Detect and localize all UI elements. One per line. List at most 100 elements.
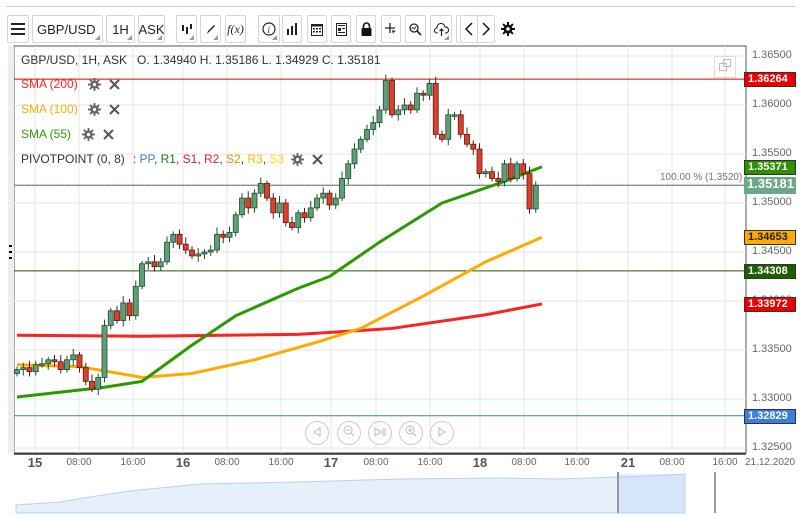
candle-bearish xyxy=(464,133,470,145)
candle-bearish xyxy=(407,104,414,111)
time-tick-label: 16:00 xyxy=(120,457,146,468)
candle-bullish xyxy=(257,182,264,194)
candle-bearish xyxy=(470,143,477,150)
candle-bearish xyxy=(189,249,195,257)
candle-bearish xyxy=(126,302,133,317)
zoom-in-button[interactable] xyxy=(399,421,423,445)
candle-bullish xyxy=(232,214,239,233)
candle-bearish xyxy=(301,212,308,219)
gear-icon[interactable] xyxy=(88,77,102,91)
gear-icon[interactable] xyxy=(290,152,304,166)
candle-bullish xyxy=(276,202,283,214)
candle-bullish xyxy=(307,207,314,219)
skip-end-icon xyxy=(374,424,386,442)
left-resize-strip xyxy=(8,46,14,453)
pivot-level-label: R2 xyxy=(204,152,220,166)
price-tick-label: 1.33500 xyxy=(752,343,792,355)
candle-bearish xyxy=(495,178,502,182)
indicator-legend: SMA (100) xyxy=(21,102,122,116)
indicator-legend: SMA (200) xyxy=(21,77,122,91)
time-tick-label: 08:00 xyxy=(214,457,240,468)
time-tick-label: 18 xyxy=(472,455,488,470)
candle-bullish xyxy=(445,114,452,140)
candle-bearish xyxy=(432,83,439,135)
pivot-level-label: S3 xyxy=(269,152,285,166)
time-tick-label: 16:00 xyxy=(712,457,738,468)
candle-bullish xyxy=(101,325,108,378)
candle-bullish xyxy=(39,363,45,366)
gear-icon[interactable] xyxy=(88,102,102,116)
price-tick-label: 1.34500 xyxy=(752,245,792,257)
time-tick-label: 17 xyxy=(323,455,339,470)
candle-bullish xyxy=(164,241,170,263)
gear-icon[interactable] xyxy=(81,127,95,141)
candle-bearish xyxy=(420,92,427,96)
candle-bullish xyxy=(532,184,539,210)
triangle-right-icon xyxy=(437,424,447,442)
candle-bearish xyxy=(457,114,464,135)
candle-bullish xyxy=(14,369,20,374)
candle-bearish xyxy=(326,192,333,206)
candle-bullish xyxy=(195,253,202,257)
price-tick-label: 1.33000 xyxy=(752,392,792,404)
close-icon[interactable] xyxy=(310,152,324,166)
ohlc-readout: O. 1.34940 H. 1.35186 L. 1.34929 C. 1.35… xyxy=(137,53,381,67)
zoom-out-button[interactable] xyxy=(337,421,361,445)
candle-bullish xyxy=(157,261,164,268)
candle-bullish xyxy=(451,114,458,117)
drag-handle xyxy=(9,245,12,247)
time-tick-label: 16:00 xyxy=(564,457,590,468)
price-tick-label: 1.36000 xyxy=(752,98,792,110)
candle-bullish xyxy=(32,364,39,372)
triangle-left-icon xyxy=(312,424,322,442)
candle-bearish xyxy=(114,310,120,321)
candle-bearish xyxy=(520,163,527,175)
candle-bullish xyxy=(401,104,408,111)
zoom-out-icon xyxy=(343,424,355,442)
candle-bullish xyxy=(426,83,433,96)
candle-bearish xyxy=(182,243,189,251)
candle-bullish xyxy=(320,192,327,199)
close-icon[interactable] xyxy=(108,77,122,91)
candle-bullish xyxy=(64,359,70,370)
candle-bearish xyxy=(26,367,33,372)
candle-bearish xyxy=(220,233,227,238)
popout-icon xyxy=(719,58,731,76)
indicator-label: SMA (100) xyxy=(21,102,78,116)
close-icon[interactable] xyxy=(108,102,122,116)
pivot-level-label: R1 xyxy=(160,152,176,166)
candle-bullish xyxy=(382,80,389,111)
candle-bullish xyxy=(120,302,127,321)
time-tick-label: 16 xyxy=(175,455,191,470)
price-marker-label: 1.35181 xyxy=(744,177,796,195)
indicator-legend: SMA (55) xyxy=(21,127,115,141)
candle-bullish xyxy=(239,197,245,216)
candle-bullish xyxy=(251,192,258,209)
scroll-right-button[interactable] xyxy=(430,421,454,445)
candle-bearish xyxy=(57,361,64,371)
pivot-level-label: S1 xyxy=(182,152,198,166)
candle-bullish xyxy=(339,178,345,199)
time-tick-label: 08:00 xyxy=(363,457,389,468)
price-tick-label: 1.36500 xyxy=(752,49,792,61)
candle-bearish xyxy=(151,261,158,268)
candle-bearish xyxy=(282,202,289,224)
candle-bullish xyxy=(70,354,77,361)
candle-bearish xyxy=(245,197,252,209)
price-tick-label: 1.35000 xyxy=(752,196,792,208)
price-tick-label: 1.32500 xyxy=(752,441,792,453)
candle-bullish xyxy=(376,109,383,124)
candle-bearish xyxy=(489,171,495,179)
time-tick-label: 15 xyxy=(27,455,43,470)
price-marker-label: 1.34653 xyxy=(744,230,796,245)
drag-handle xyxy=(9,251,12,253)
candle-bullish xyxy=(207,249,214,253)
candle-bullish xyxy=(214,233,220,251)
close-icon[interactable] xyxy=(101,127,115,141)
scroll-left-button[interactable] xyxy=(305,421,329,445)
time-tick-label: 16:00 xyxy=(417,457,443,468)
candle-bullish xyxy=(95,377,102,390)
candle-bullish xyxy=(170,233,177,243)
jump-to-end-button[interactable] xyxy=(368,421,392,445)
detach-button[interactable] xyxy=(714,56,736,78)
